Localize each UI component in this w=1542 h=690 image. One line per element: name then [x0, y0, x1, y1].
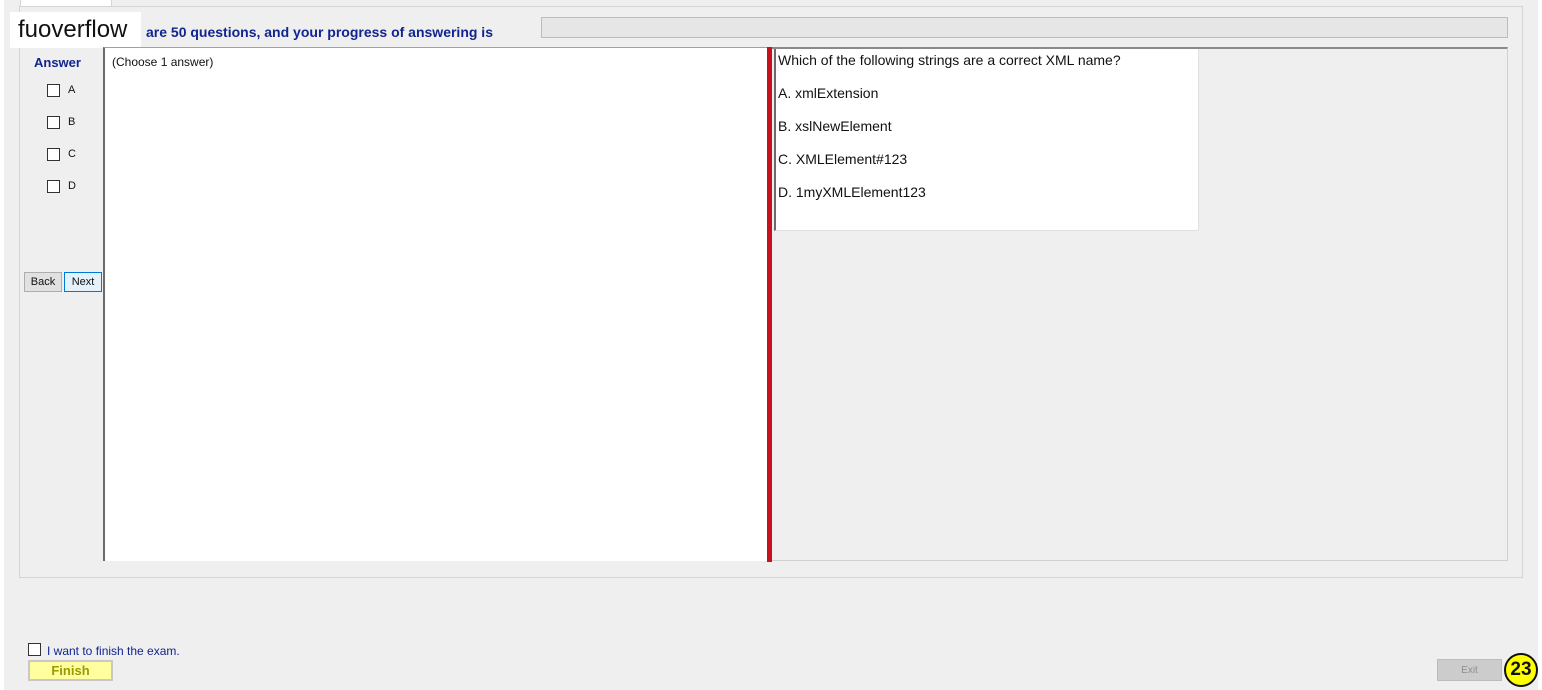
answer-input-pane: (Choose 1 answer) — [103, 47, 767, 561]
next-button[interactable]: Next — [64, 272, 102, 292]
page-number-badge: 23 — [1504, 653, 1538, 687]
answer-option-label: A — [68, 84, 76, 96]
answer-option-label: D — [68, 180, 76, 192]
answer-option-b[interactable]: B — [47, 115, 75, 129]
finish-checkbox-label: I want to finish the exam. — [47, 644, 180, 658]
watermark-logo: fuoverflow — [10, 12, 141, 48]
exit-button: Exit — [1437, 659, 1502, 681]
finish-checkbox-box[interactable] — [28, 642, 41, 656]
checkbox-c[interactable] — [47, 147, 60, 161]
question-choice-d: D. 1myXMLElement123 — [778, 184, 926, 200]
checkbox-d[interactable] — [47, 179, 60, 193]
answer-title: Answer — [34, 55, 81, 70]
checkbox-b[interactable] — [47, 115, 60, 129]
checkbox-a[interactable] — [47, 83, 60, 97]
answer-option-d[interactable]: D — [47, 179, 76, 193]
finish-exam-checkbox[interactable]: I want to finish the exam. — [28, 640, 180, 658]
progress-text: are 50 questions, and your progress of a… — [146, 24, 493, 40]
question-choice-b: B. xslNewElement — [778, 118, 892, 134]
question-text: Which of the following strings are a cor… — [778, 52, 1121, 68]
answer-option-c[interactable]: C — [47, 147, 76, 161]
question-choice-c: C. XMLElement#123 — [778, 151, 908, 167]
finish-button[interactable]: Finish — [28, 660, 113, 681]
back-button[interactable]: Back — [24, 272, 62, 292]
answer-option-a[interactable]: A — [47, 83, 75, 97]
question-choice-a: A. xmlExtension — [778, 85, 879, 101]
question-box: Which of the following strings are a cor… — [774, 49, 1199, 231]
progress-bar — [541, 17, 1508, 38]
answer-option-label: C — [68, 148, 76, 160]
choose-instruction: (Choose 1 answer) — [112, 55, 214, 69]
answer-option-label: B — [68, 116, 76, 128]
